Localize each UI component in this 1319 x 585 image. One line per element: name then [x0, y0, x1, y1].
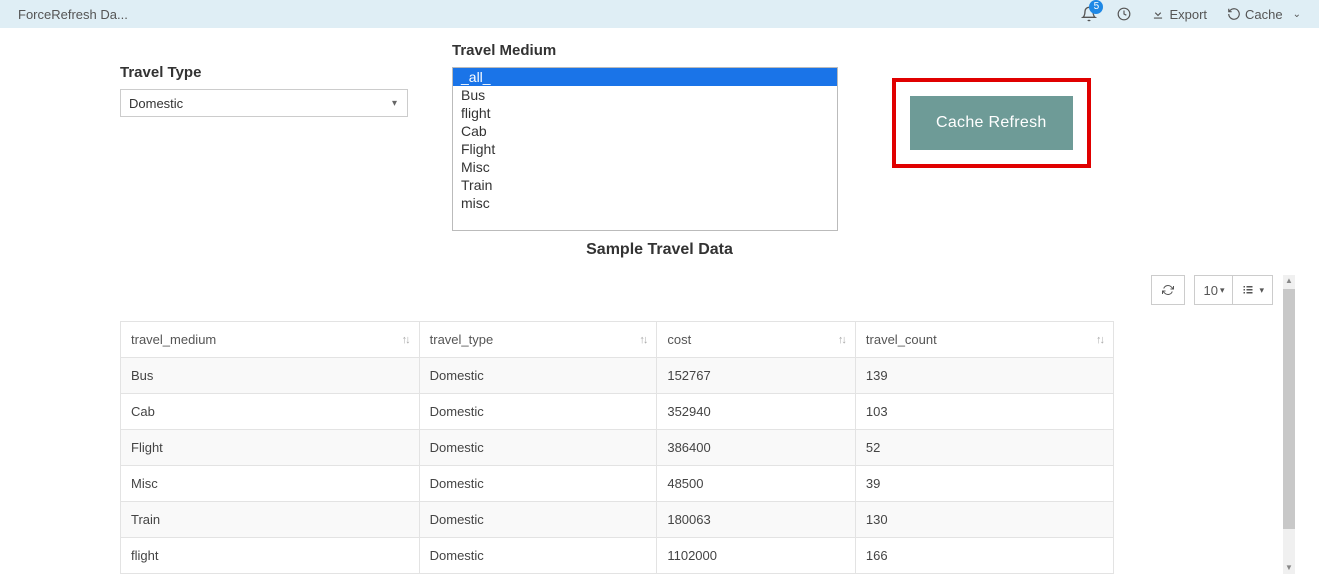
- travel-medium-label: Travel Medium: [452, 42, 838, 59]
- top-bar: ForceRefresh Da... 5 Export Cache ⌄: [0, 0, 1319, 28]
- page-size-select[interactable]: 10 ▾: [1194, 275, 1233, 305]
- cell-cost: 386400: [657, 430, 856, 466]
- page-title: ForceRefresh Da...: [18, 7, 128, 22]
- cell-travel_medium: Bus: [121, 358, 420, 394]
- cell-travel_count: 166: [855, 538, 1113, 574]
- table-row[interactable]: flightDomestic1102000166: [121, 538, 1114, 574]
- cell-travel_medium: Train: [121, 502, 420, 538]
- caret-down-icon: ▾: [1259, 285, 1264, 296]
- table-row[interactable]: FlightDomestic38640052: [121, 430, 1114, 466]
- column-header-travel_medium[interactable]: travel_medium↑↓: [121, 322, 420, 358]
- cell-travel_count: 139: [855, 358, 1113, 394]
- filters-row: Travel Type Domestic Travel Medium _all_…: [20, 42, 1299, 231]
- listbox-option[interactable]: flight: [453, 104, 837, 122]
- view-mode-button[interactable]: ▾: [1232, 275, 1273, 305]
- cell-travel_type: Domestic: [419, 466, 657, 502]
- top-actions: 5 Export Cache ⌄: [1081, 6, 1301, 22]
- cache-refresh-highlight: Cache Refresh: [892, 78, 1091, 231]
- data-table: travel_medium↑↓travel_type↑↓cost↑↓travel…: [120, 321, 1114, 574]
- travel-type-selected: Domestic: [129, 96, 183, 111]
- cache-label: Cache: [1245, 7, 1283, 22]
- cell-travel_count: 130: [855, 502, 1113, 538]
- highlight-box: Cache Refresh: [892, 78, 1091, 168]
- table-row[interactable]: CabDomestic352940103: [121, 394, 1114, 430]
- cell-travel_medium: flight: [121, 538, 420, 574]
- travel-medium-listbox[interactable]: _all_BusflightCabFlightMiscTrainmisc: [452, 67, 838, 231]
- listbox-option[interactable]: Flight: [453, 140, 837, 158]
- scroll-up-arrow[interactable]: ▲: [1283, 275, 1295, 287]
- table-row[interactable]: MiscDomestic4850039: [121, 466, 1114, 502]
- export-label: Export: [1169, 7, 1207, 22]
- caret-down-icon: ▾: [1220, 285, 1225, 296]
- travel-type-filter: Travel Type Domestic: [120, 64, 408, 231]
- scroll-down-arrow[interactable]: ▼: [1283, 562, 1295, 574]
- table-header-row: travel_medium↑↓travel_type↑↓cost↑↓travel…: [121, 322, 1114, 358]
- travel-medium-filter: Travel Medium _all_BusflightCabFlightMis…: [452, 42, 838, 231]
- cell-travel_type: Domestic: [419, 502, 657, 538]
- clock-icon: [1117, 7, 1131, 21]
- travel-type-select[interactable]: Domestic: [120, 89, 408, 117]
- download-icon: [1151, 7, 1165, 21]
- chevron-down-icon: ⌄: [1293, 9, 1301, 20]
- table-title: Sample Travel Data: [20, 241, 1299, 259]
- cell-cost: 152767: [657, 358, 856, 394]
- sort-icon: ↑↓: [639, 334, 646, 346]
- cell-travel_type: Domestic: [419, 394, 657, 430]
- cell-travel_count: 103: [855, 394, 1113, 430]
- notifications-button[interactable]: 5: [1081, 6, 1097, 22]
- listbox-option[interactable]: Cab: [453, 122, 837, 140]
- listbox-option[interactable]: _all_: [453, 68, 837, 86]
- page-size-value: 10: [1203, 283, 1217, 298]
- cell-cost: 48500: [657, 466, 856, 502]
- column-header-travel_type[interactable]: travel_type↑↓: [419, 322, 657, 358]
- table-toolbar: 10 ▾ ▾: [120, 275, 1299, 305]
- table-scrollbar[interactable]: ▲ ▼: [1283, 275, 1295, 574]
- cell-cost: 352940: [657, 394, 856, 430]
- export-button[interactable]: Export: [1151, 7, 1207, 22]
- cell-travel_count: 39: [855, 466, 1113, 502]
- cell-travel_type: Domestic: [419, 538, 657, 574]
- table-row[interactable]: BusDomestic152767139: [121, 358, 1114, 394]
- cell-travel_type: Domestic: [419, 358, 657, 394]
- main-content: Travel Type Domestic Travel Medium _all_…: [0, 28, 1319, 574]
- cell-travel_medium: Flight: [121, 430, 420, 466]
- refresh-icon: [1162, 284, 1174, 296]
- sort-icon: ↑↓: [402, 334, 409, 346]
- cell-travel_medium: Misc: [121, 466, 420, 502]
- sort-icon: ↑↓: [838, 334, 845, 346]
- list-icon: [1241, 284, 1255, 296]
- notification-badge: 5: [1089, 0, 1103, 14]
- listbox-option[interactable]: misc: [453, 194, 837, 212]
- history-button[interactable]: [1117, 7, 1131, 21]
- cache-refresh-button[interactable]: Cache Refresh: [910, 96, 1073, 150]
- cache-menu[interactable]: Cache ⌄: [1227, 7, 1301, 22]
- cell-travel_type: Domestic: [419, 430, 657, 466]
- table-row[interactable]: TrainDomestic180063130: [121, 502, 1114, 538]
- table-refresh-button[interactable]: [1151, 275, 1185, 305]
- column-header-travel_count[interactable]: travel_count↑↓: [855, 322, 1113, 358]
- cell-travel_medium: Cab: [121, 394, 420, 430]
- listbox-option[interactable]: Train: [453, 176, 837, 194]
- listbox-option[interactable]: Bus: [453, 86, 837, 104]
- scroll-thumb[interactable]: [1283, 289, 1295, 529]
- sort-icon: ↑↓: [1096, 334, 1103, 346]
- cell-travel_count: 52: [855, 430, 1113, 466]
- cell-cost: 1102000: [657, 538, 856, 574]
- travel-type-label: Travel Type: [120, 64, 408, 81]
- refresh-history-icon: [1227, 7, 1241, 21]
- table-area: 10 ▾ ▾ travel_medium↑↓travel_type↑↓cost↑…: [20, 275, 1299, 574]
- listbox-option[interactable]: Misc: [453, 158, 837, 176]
- column-header-cost[interactable]: cost↑↓: [657, 322, 856, 358]
- cell-cost: 180063: [657, 502, 856, 538]
